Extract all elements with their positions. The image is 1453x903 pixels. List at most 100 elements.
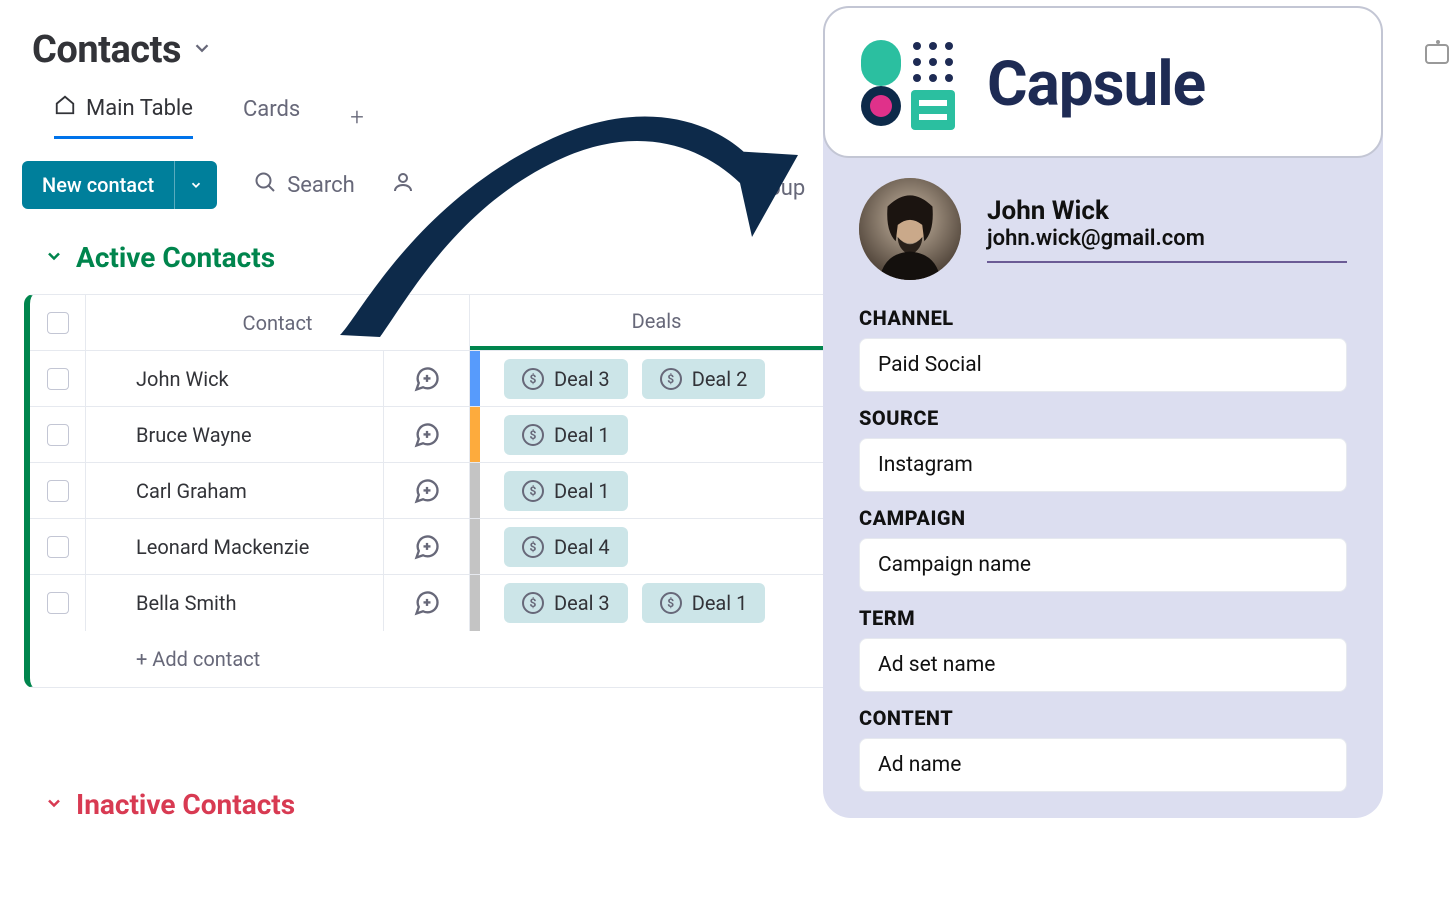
checkbox[interactable]: [47, 480, 69, 502]
deal-label: Deal 1: [554, 423, 610, 447]
field-value[interactable]: Ad name: [859, 738, 1347, 792]
search-button[interactable]: Search: [253, 170, 355, 200]
person-icon: [391, 170, 415, 200]
chat-add-icon: [413, 421, 441, 449]
deal-chip[interactable]: $ Deal 4: [504, 527, 628, 567]
tab-cards[interactable]: Cards: [243, 97, 300, 136]
add-view-button[interactable]: +: [350, 103, 364, 131]
deals-cell[interactable]: $ Deal 3 $Deal 1: [480, 575, 843, 631]
row-checkbox-cell[interactable]: [30, 519, 86, 574]
deals-cell[interactable]: $ Deal 1: [480, 463, 843, 518]
row-checkbox-cell[interactable]: [30, 463, 86, 518]
status-bar: [470, 575, 480, 631]
deals-cell[interactable]: $ Deal 4: [480, 519, 843, 574]
deal-label: Deal 1: [554, 479, 610, 503]
header-checkbox-cell[interactable]: [30, 295, 86, 350]
field-value[interactable]: Instagram: [859, 438, 1347, 492]
chevron-down-icon[interactable]: [191, 37, 213, 63]
field-value[interactable]: Ad set name: [859, 638, 1347, 692]
chat-cell[interactable]: [384, 351, 470, 406]
field-value[interactable]: Campaign name: [859, 538, 1347, 592]
chat-add-icon: [413, 589, 441, 617]
deal-label: Deal 2: [692, 367, 748, 391]
deal-chip[interactable]: $ Deal 1: [504, 415, 628, 455]
checkbox[interactable]: [47, 312, 69, 334]
field-label: SOURCE: [859, 406, 1347, 430]
contact-name-cell[interactable]: Leonard Mackenzie: [86, 519, 384, 574]
search-icon: [253, 170, 277, 200]
chat-add-icon: [413, 365, 441, 393]
chat-cell[interactable]: [384, 575, 470, 631]
chat-cell[interactable]: [384, 407, 470, 462]
dollar-icon: $: [522, 480, 544, 502]
person-name: John Wick: [987, 196, 1347, 226]
dollar-icon: $: [522, 368, 544, 390]
deal-chip[interactable]: $ Deal 2: [642, 359, 766, 399]
new-contact-dropdown[interactable]: [174, 161, 217, 209]
section-label: Inactive Contacts: [76, 788, 295, 821]
checkbox[interactable]: [47, 424, 69, 446]
status-bar: [470, 463, 480, 518]
deals-cell[interactable]: $Deal 3$Deal 2: [480, 351, 843, 406]
contact-name-cell[interactable]: Bella Smith: [86, 575, 384, 631]
checkbox[interactable]: [47, 536, 69, 558]
table-row[interactable]: John Wick$Deal 3$Deal 2: [30, 351, 843, 407]
capsule-logo-card: Capsule: [823, 6, 1383, 158]
column-header-deals[interactable]: Deals: [470, 295, 843, 350]
person-filter-button[interactable]: [391, 170, 415, 200]
table-row[interactable]: Carl Graham $ Deal 1: [30, 463, 843, 519]
chat-cell[interactable]: [384, 463, 470, 518]
new-contact-button[interactable]: New contact: [22, 161, 217, 209]
row-checkbox-cell[interactable]: [30, 407, 86, 462]
contact-name-cell[interactable]: Bruce Wayne: [86, 407, 384, 462]
chat-add-icon: [413, 533, 441, 561]
contact-name-cell[interactable]: John Wick: [86, 351, 384, 406]
tab-main-table[interactable]: Main Table: [54, 94, 193, 139]
row-checkbox-cell[interactable]: [30, 575, 86, 631]
deal-chip[interactable]: $ Deal 3: [504, 583, 628, 623]
table-row[interactable]: Bruce Wayne $ Deal 1: [30, 407, 843, 463]
add-contact-row[interactable]: + Add contact: [30, 631, 843, 687]
contact-name-cell[interactable]: Carl Graham: [86, 463, 384, 518]
deal-chip[interactable]: $ Deal 1: [504, 471, 628, 511]
home-icon: [54, 94, 76, 122]
dollar-icon: $: [522, 592, 544, 614]
capsule-logo-icon: [855, 34, 965, 134]
dollar-icon: $: [522, 536, 544, 558]
table-row[interactable]: Bella Smith $ Deal 3 $Deal 1: [30, 575, 843, 631]
person-email[interactable]: john.wick@gmail.com: [987, 226, 1347, 263]
dollar-icon: $: [660, 368, 682, 390]
deal-label: Deal 3: [554, 591, 610, 615]
contacts-table: Contact Deals John Wick $ Deal 3 $ Deal 2 Bru…: [24, 294, 844, 688]
checkbox[interactable]: [47, 592, 69, 614]
row-checkbox-cell[interactable]: [30, 351, 86, 406]
dollar-icon: $: [522, 424, 544, 446]
checkbox[interactable]: [47, 368, 69, 390]
field-label: CHANNEL: [859, 306, 1347, 330]
deals-cell[interactable]: $ Deal 1: [480, 407, 843, 462]
person-header: John Wick john.wick@gmail.com: [823, 158, 1383, 284]
chat-cell[interactable]: [384, 519, 470, 574]
dollar-icon: $: [660, 592, 682, 614]
bot-icon[interactable]: [1425, 44, 1449, 64]
deal-chip[interactable]: $Deal 3: [504, 359, 628, 399]
column-header-contact[interactable]: Contact: [86, 295, 470, 350]
tab-label: Main Table: [86, 96, 193, 121]
status-bar: [470, 407, 480, 462]
contact-detail-panel: Capsule John Wick john.wick@gmail.com CH…: [823, 6, 1383, 818]
brand-name: Capsule: [987, 48, 1205, 121]
deal-chip[interactable]: $Deal 1: [642, 583, 766, 623]
group-label[interactable]: Group: [746, 176, 805, 201]
status-bar: [470, 351, 480, 406]
avatar: [859, 178, 961, 280]
deal-label: Deal 4: [554, 535, 610, 559]
table-row[interactable]: Leonard Mackenzie $ Deal 4: [30, 519, 843, 575]
table-header-row: Contact Deals: [30, 295, 843, 351]
detail-fields: CHANNELPaid SocialSOURCEInstagramCAMPAIG…: [823, 284, 1383, 792]
new-contact-main[interactable]: New contact: [22, 161, 174, 209]
field-label: CONTENT: [859, 706, 1347, 730]
chat-add-icon: [413, 477, 441, 505]
chevron-down-icon: [44, 793, 64, 817]
field-value[interactable]: Paid Social: [859, 338, 1347, 392]
field-label: TERM: [859, 606, 1347, 630]
